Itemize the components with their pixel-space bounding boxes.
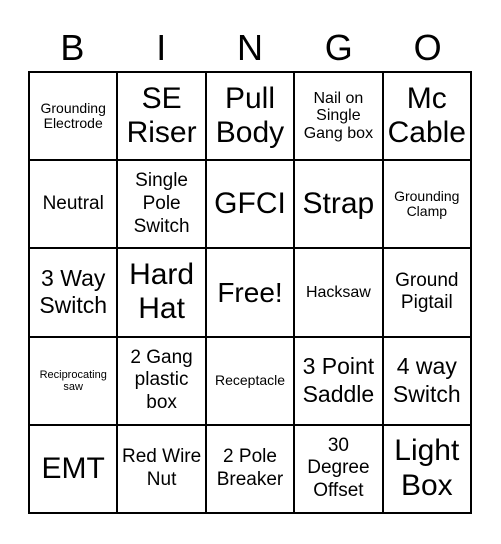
header-letter-i: I xyxy=(156,27,167,68)
header-letter-b: B xyxy=(60,27,85,68)
bingo-header: B I N G O xyxy=(28,28,472,68)
bingo-cell[interactable]: 3 Point Saddle xyxy=(294,336,383,425)
bingo-card-grid: Grounding Electrode SE Riser Pull Body Nail… xyxy=(28,71,472,514)
bingo-cell[interactable]: Hard Hat xyxy=(117,248,206,337)
bingo-cell[interactable]: Pull Body xyxy=(205,72,295,161)
bingo-cell[interactable]: Single Pole Switch xyxy=(117,160,206,249)
bingo-cell[interactable]: Red Wire Nut xyxy=(117,424,206,513)
bingo-cell[interactable]: Light Box xyxy=(382,424,471,513)
bingo-cell[interactable]: Neutral xyxy=(29,160,118,249)
bingo-cell[interactable]: Receptacle xyxy=(205,336,295,425)
bingo-cell[interactable]: Grounding Clamp xyxy=(382,160,471,249)
bingo-cell[interactable]: SE Riser xyxy=(117,72,206,161)
bingo-cell[interactable]: EMT xyxy=(29,424,118,513)
bingo-cell[interactable]: 3 Way Switch xyxy=(29,248,118,337)
bingo-cell[interactable]: 2 Gang plastic box xyxy=(117,336,206,425)
header-letter-g: G xyxy=(324,27,353,68)
bingo-cell[interactable]: Nail on Single Gang box xyxy=(294,72,383,161)
bingo-cell[interactable]: GFCI xyxy=(205,160,295,249)
bingo-cell[interactable]: Free! xyxy=(205,248,295,337)
header-letter-o: O xyxy=(413,27,442,68)
bingo-cell[interactable]: 30 Degree Offset xyxy=(294,424,383,513)
header-letter-n: N xyxy=(236,27,263,68)
bingo-cell[interactable]: Strap xyxy=(294,160,383,249)
bingo-cell[interactable]: Mc Cable xyxy=(382,72,471,161)
bingo-cell[interactable]: Grounding Electrode xyxy=(29,72,118,161)
bingo-cell[interactable]: 4 way Switch xyxy=(382,336,471,425)
bingo-cell[interactable]: Ground Pigtail xyxy=(382,248,471,337)
bingo-cell[interactable]: Reciprocating saw xyxy=(29,336,118,425)
bingo-cell[interactable]: 2 Pole Breaker xyxy=(205,424,295,513)
bingo-cell[interactable]: Hacksaw xyxy=(294,248,383,337)
